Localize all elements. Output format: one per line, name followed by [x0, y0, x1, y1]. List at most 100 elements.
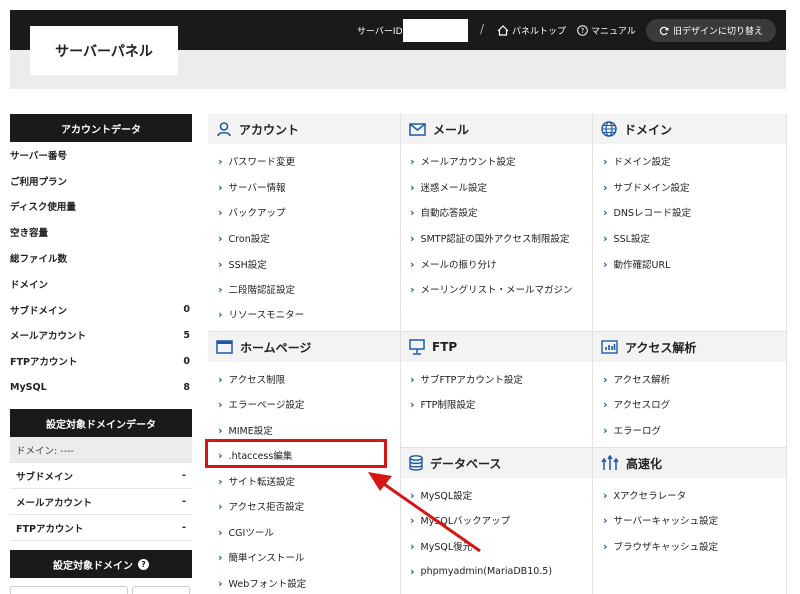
- link-x-accelerator[interactable]: Xアクセラレータ: [603, 488, 687, 502]
- row-value: -: [182, 522, 186, 533]
- link-cron[interactable]: Cron設定: [218, 231, 270, 245]
- svg-text:?: ?: [581, 27, 585, 35]
- link-domain-settings[interactable]: ドメイン設定: [603, 154, 671, 168]
- link-password-change[interactable]: パスワード変更: [218, 154, 296, 168]
- domain-row: ドメイン: ----: [10, 437, 192, 463]
- link-spam-filter[interactable]: 迷惑メール設定: [410, 180, 488, 194]
- panel-top-label: パネルトップ: [512, 27, 567, 37]
- target-domain-apply-button[interactable]: [132, 586, 190, 594]
- link-ssh[interactable]: SSH設定: [218, 257, 267, 271]
- account-row: FTPアカウント 0: [10, 348, 192, 374]
- link-subdomain-settings[interactable]: サブドメイン設定: [603, 180, 690, 194]
- section-title: ホームページ: [240, 340, 312, 355]
- row-label: ドメイン: ----: [16, 445, 74, 457]
- section-account-header: アカウント: [208, 114, 400, 144]
- target-domain-select[interactable]: [10, 586, 128, 594]
- link-server-info[interactable]: サーバー情報: [218, 180, 286, 194]
- link-resource-monitor[interactable]: リソースモニター: [218, 307, 305, 321]
- link-dns-record[interactable]: DNSレコード設定: [603, 205, 691, 219]
- account-row: サブドメイン 0: [10, 297, 192, 323]
- target-domain-data-heading-label: 設定対象ドメインデータ: [46, 419, 156, 431]
- link-site-redirect[interactable]: サイト転送設定: [218, 474, 296, 488]
- link-ssl[interactable]: SSL設定: [603, 231, 650, 245]
- row-label: ディスク使用量: [10, 202, 76, 214]
- link-sub-ftp-account[interactable]: サブFTPアカウント設定: [410, 372, 523, 386]
- link-access-log[interactable]: アクセスログ: [603, 397, 671, 411]
- account-row: ご利用プラン: [10, 168, 192, 194]
- link-mime[interactable]: MIME設定: [218, 423, 273, 437]
- htaccess-highlight-box: [205, 439, 387, 468]
- account-row: ディスク使用量: [10, 194, 192, 220]
- speed-arrows-icon: [601, 455, 619, 470]
- refresh-icon: [659, 26, 669, 35]
- row-value: 0: [183, 355, 190, 367]
- link-mailing-list[interactable]: メーリングリスト・メールマガジン: [410, 282, 573, 296]
- link-auto-reply[interactable]: 自動応答設定: [410, 205, 478, 219]
- header-divider: /: [480, 22, 485, 36]
- row-label: 空き容量: [10, 228, 49, 240]
- row-label: MySQL: [10, 381, 47, 393]
- row-label: FTPアカウント: [10, 357, 78, 369]
- link-mail-filter[interactable]: メールの振り分け: [410, 257, 497, 271]
- home-icon: [497, 25, 509, 36]
- mail-icon: [409, 122, 426, 136]
- link-error-log[interactable]: エラーログ: [603, 423, 662, 437]
- link-error-page[interactable]: エラーページ設定: [218, 397, 305, 411]
- account-data-list: サーバー番号 ご利用プラン ディスク使用量 空き容量 総ファイル数 ドメイン サ…: [10, 142, 192, 400]
- account-row: ドメイン: [10, 271, 192, 297]
- section-ftp-header: FTP: [401, 332, 592, 362]
- link-mysql-backup[interactable]: MySQLバックアップ: [410, 513, 511, 527]
- help-circle-icon: ?: [577, 25, 588, 36]
- link-access-analysis[interactable]: アクセス解析: [603, 372, 671, 386]
- link-access-deny[interactable]: アクセス拒否設定: [218, 499, 305, 513]
- link-mail-account[interactable]: メールアカウント設定: [410, 154, 516, 168]
- section-access-header: アクセス解析: [593, 332, 786, 362]
- link-backup[interactable]: バックアップ: [218, 205, 286, 219]
- row-label: サブドメイン: [10, 305, 68, 317]
- server-id-redacted: [403, 19, 468, 42]
- link-phpmyadmin[interactable]: phpmyadmin(MariaDB10.5): [410, 565, 553, 578]
- link-smtp-restriction[interactable]: SMTP認証の国外アクセス制限設定: [410, 231, 570, 245]
- help-icon[interactable]: ?: [138, 558, 149, 570]
- server-panel-logo[interactable]: サーバーパネル: [30, 26, 178, 75]
- account-row: 空き容量: [10, 219, 192, 245]
- link-mysql-settings[interactable]: MySQL設定: [410, 488, 473, 502]
- target-domain-data-list: ドメイン: ---- サブドメイン - メールアカウント - FTPアカウント -: [10, 437, 192, 541]
- link-access-restriction[interactable]: アクセス制限: [218, 372, 286, 386]
- link-web-font[interactable]: Webフォント設定: [218, 576, 307, 590]
- domain-row: FTPアカウント -: [10, 515, 192, 541]
- row-label: ドメイン: [10, 279, 49, 291]
- section-domain-header: ドメイン: [593, 114, 786, 144]
- domain-row: メールアカウント -: [10, 489, 192, 515]
- row-label: ご利用プラン: [10, 176, 68, 188]
- panel-top-link[interactable]: パネルトップ: [497, 24, 566, 37]
- section-title: メール: [433, 122, 470, 137]
- target-domain-data-heading: 設定対象ドメインデータ: [10, 409, 192, 437]
- row-value: -: [182, 470, 186, 481]
- section-title: アクセス解析: [625, 340, 697, 355]
- section-database-header: データベース: [401, 448, 592, 478]
- link-test-url[interactable]: 動作確認URL: [603, 257, 671, 271]
- link-mysql-restore[interactable]: MySQL復元: [410, 539, 473, 553]
- account-data-heading: アカウントデータ: [10, 114, 192, 142]
- account-row: 総ファイル数: [10, 245, 192, 271]
- section-title: データベース: [430, 456, 502, 471]
- row-label: 総ファイル数: [10, 254, 68, 266]
- section-title: ドメイン: [624, 122, 673, 137]
- link-easy-install[interactable]: 簡単インストール: [218, 550, 305, 564]
- row-value: 8: [183, 381, 190, 393]
- old-design-label: 旧デザインに切り替え: [672, 27, 763, 37]
- link-ftp-restriction[interactable]: FTP制限設定: [410, 397, 476, 411]
- link-cgi-tools[interactable]: CGIツール: [218, 525, 274, 539]
- link-two-factor[interactable]: 二段階認証設定: [218, 282, 296, 296]
- manual-link[interactable]: ? マニュアル: [577, 24, 636, 37]
- link-server-cache[interactable]: サーバーキャッシュ設定: [603, 513, 718, 527]
- old-design-button[interactable]: 旧デザインに切り替え: [646, 19, 776, 42]
- browser-window-icon: [216, 340, 233, 354]
- section-title: アカウント: [239, 122, 300, 137]
- row-value: -: [182, 496, 186, 507]
- account-data-heading-label: アカウントデータ: [61, 124, 141, 136]
- domain-row: サブドメイン -: [10, 463, 192, 489]
- link-browser-cache[interactable]: ブラウザキャッシュ設定: [603, 539, 719, 553]
- target-domain-heading-label: 設定対象ドメイン: [53, 560, 133, 572]
